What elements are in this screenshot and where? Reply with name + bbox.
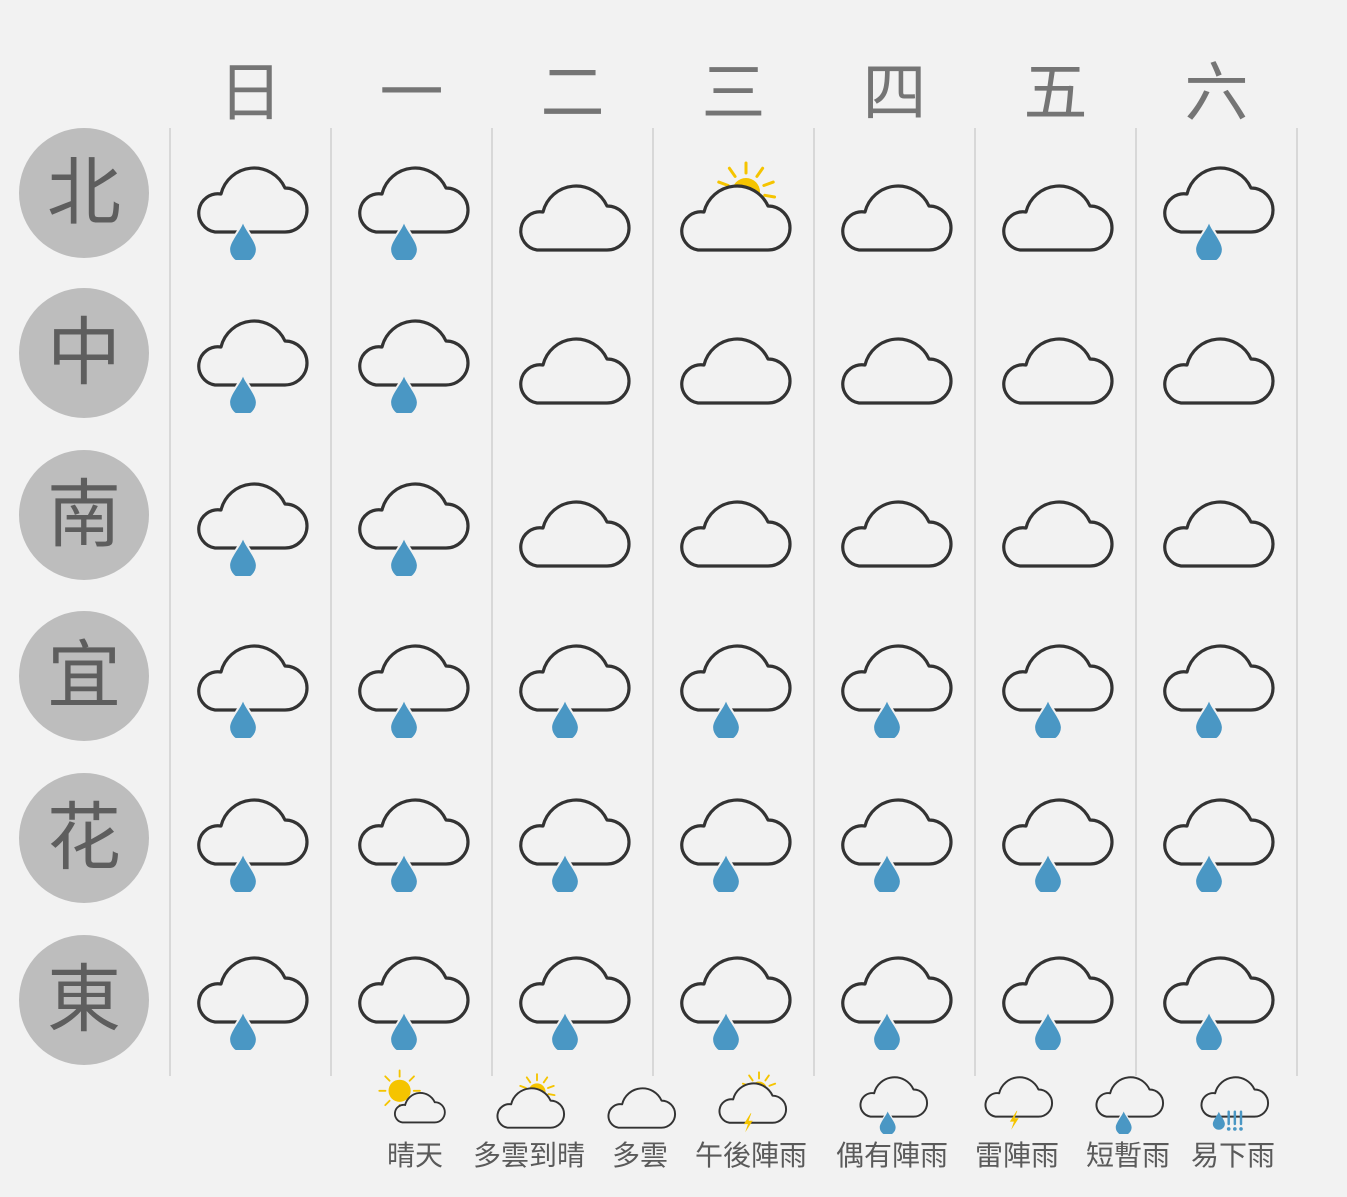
column-divider — [1135, 128, 1137, 1076]
day-header: 五 — [1023, 57, 1088, 131]
forecast-cell-occasional-shower-icon — [346, 150, 476, 260]
forecast-cell-cloudy-icon — [507, 150, 637, 260]
forecast-cell-occasional-shower-icon — [346, 940, 476, 1050]
forecast-cell-cloudy-icon — [507, 303, 637, 413]
cloudy-to-sunny-icon — [489, 1066, 569, 1138]
forecast-cell-occasional-shower-icon — [1151, 940, 1281, 1050]
afternoon-thunder-icon — [711, 1066, 791, 1138]
brief-rain-icon — [1088, 1066, 1168, 1138]
column-divider — [813, 128, 815, 1076]
forecast-cell-cloudy-icon — [829, 466, 959, 576]
day-header: 一 — [379, 57, 444, 131]
forecast-cell-occasional-shower-icon — [185, 150, 315, 260]
forecast-cell-cloudy-icon — [829, 303, 959, 413]
region-badge: 北 — [19, 128, 149, 258]
forecast-cell-cloudy-icon — [829, 150, 959, 260]
forecast-cell-occasional-shower-icon — [1151, 782, 1281, 892]
column-divider — [652, 128, 654, 1076]
column-divider — [491, 128, 493, 1076]
forecast-cell-occasional-shower-icon — [990, 940, 1120, 1050]
forecast-cell-cloudy-icon — [668, 466, 798, 576]
forecast-cell-occasional-shower-icon — [185, 628, 315, 738]
day-header: 三 — [701, 57, 766, 131]
day-header: 六 — [1184, 57, 1249, 131]
forecast-cell-occasional-shower-icon — [346, 782, 476, 892]
forecast-cell-occasional-shower-icon — [990, 782, 1120, 892]
forecast-cell-occasional-shower-icon — [185, 466, 315, 576]
forecast-cell-occasional-shower-icon — [507, 782, 637, 892]
forecast-cell-occasional-shower-icon — [507, 940, 637, 1050]
forecast-cell-cloudy-to-sunny-icon — [668, 150, 798, 260]
weather-forecast-board: 日一二三四五六 北中南宜花東 晴天 多雲到晴 多雲 午後陣雨 偶有陣雨 雷陣雨 短暫雨 易下雨 — [0, 0, 1347, 1197]
region-badge: 南 — [19, 450, 149, 580]
day-header: 四 — [862, 57, 927, 131]
forecast-cell-occasional-shower-icon — [1151, 628, 1281, 738]
forecast-cell-occasional-shower-icon — [185, 940, 315, 1050]
forecast-cell-cloudy-icon — [990, 303, 1120, 413]
forecast-cell-cloudy-icon — [507, 466, 637, 576]
region-badge: 花 — [19, 773, 149, 903]
column-divider — [330, 128, 332, 1076]
cloudy-icon — [600, 1066, 680, 1138]
column-divider — [974, 128, 976, 1076]
legend-item-likely-rain: 易下雨 — [1158, 1066, 1308, 1178]
day-header: 二 — [540, 57, 605, 131]
forecast-cell-occasional-shower-icon — [346, 303, 476, 413]
region-badge: 中 — [19, 288, 149, 418]
forecast-cell-occasional-shower-icon — [829, 940, 959, 1050]
forecast-cell-occasional-shower-icon — [668, 628, 798, 738]
occasional-shower-icon — [852, 1066, 932, 1138]
column-divider — [169, 128, 171, 1076]
thunderstorm-icon — [977, 1066, 1057, 1138]
forecast-cell-occasional-shower-icon — [1151, 150, 1281, 260]
forecast-cell-occasional-shower-icon — [346, 466, 476, 576]
forecast-cell-occasional-shower-icon — [829, 628, 959, 738]
likely-rain-icon — [1193, 1066, 1273, 1138]
forecast-cell-occasional-shower-icon — [346, 628, 476, 738]
forecast-cell-occasional-shower-icon — [507, 628, 637, 738]
column-divider — [1296, 128, 1298, 1076]
forecast-cell-occasional-shower-icon — [668, 940, 798, 1050]
forecast-cell-occasional-shower-icon — [990, 628, 1120, 738]
legend-item-afternoon-thunder: 午後陣雨 — [676, 1066, 826, 1178]
forecast-cell-occasional-shower-icon — [829, 782, 959, 892]
forecast-cell-cloudy-icon — [990, 466, 1120, 576]
region-badge: 宜 — [19, 611, 149, 741]
day-header: 日 — [218, 57, 283, 131]
sunny-icon — [375, 1066, 455, 1138]
forecast-cell-cloudy-icon — [1151, 466, 1281, 576]
forecast-cell-occasional-shower-icon — [185, 782, 315, 892]
forecast-cell-cloudy-icon — [668, 303, 798, 413]
forecast-cell-cloudy-icon — [990, 150, 1120, 260]
region-badge: 東 — [19, 935, 149, 1065]
legend-label: 午後陣雨 — [694, 1139, 807, 1172]
forecast-cell-occasional-shower-icon — [668, 782, 798, 892]
forecast-cell-cloudy-icon — [1151, 303, 1281, 413]
forecast-cell-occasional-shower-icon — [185, 303, 315, 413]
legend-label: 易下雨 — [1190, 1139, 1275, 1172]
